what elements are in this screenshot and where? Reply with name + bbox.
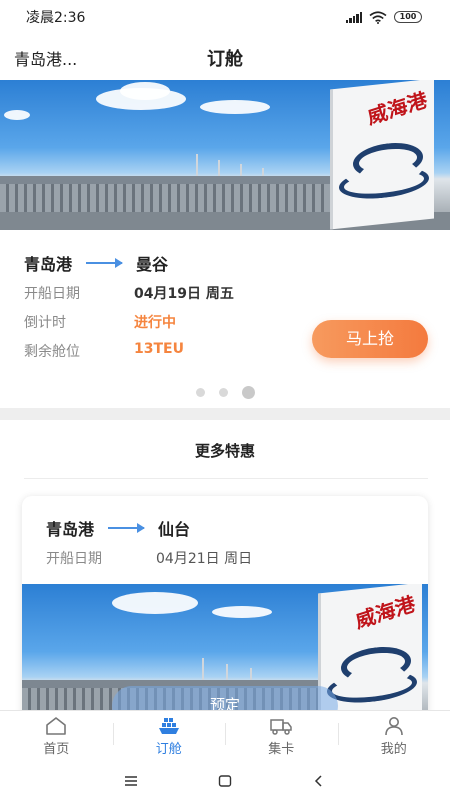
origin-port: 青岛港 (46, 520, 95, 539)
carousel-dot[interactable] (195, 388, 205, 397)
nav-bar: 青岛港... 订舱 (0, 34, 450, 80)
section-divider (0, 408, 450, 420)
destination-port: 仙台 (158, 520, 191, 539)
tab-profile[interactable]: 我的 (337, 711, 450, 762)
info-row-departure: 开船日期 04月19日 周五 (24, 283, 234, 303)
menu-icon[interactable] (124, 775, 138, 787)
info-value: 进行中 (134, 315, 176, 331)
deal-route: 青岛港 仙台 (46, 516, 190, 540)
system-nav-bar (0, 762, 450, 800)
info-label: 倒计时 (24, 315, 66, 331)
route-arrow-icon (108, 523, 146, 533)
battery-icon: 100 (394, 11, 422, 23)
tab-label: 集卡 (268, 742, 295, 757)
origin-port: 青岛港 (24, 255, 73, 274)
tab-truck[interactable]: 集卡 (225, 711, 338, 762)
deal-card[interactable]: 青岛港 仙台 开船日期 04月21日 周日 威海港 预定 (22, 496, 428, 726)
port-monument: 威海港 (330, 80, 434, 230)
info-value: 13TEU (134, 341, 184, 357)
status-time: 凌晨2:36 (26, 10, 86, 26)
tab-label: 订舱 (155, 742, 182, 757)
tab-home[interactable]: 首页 (0, 711, 113, 762)
carousel-dot[interactable] (218, 388, 228, 397)
tab-label: 首页 (43, 742, 70, 757)
destination-port: 曼谷 (136, 255, 169, 274)
port-photo: 威海港 (0, 80, 450, 230)
deal-date-row: 开船日期 04月21日 周日 (46, 548, 252, 568)
status-icons: 100 (345, 10, 422, 24)
back-icon[interactable] (312, 775, 326, 787)
info-row-remaining-space: 剩余舱位 13TEU (24, 341, 184, 361)
tab-booking[interactable]: 订舱 (112, 711, 226, 762)
truck-icon (270, 719, 292, 735)
signal-icon (345, 11, 362, 23)
user-icon (384, 717, 403, 736)
home-square-icon[interactable] (218, 775, 232, 787)
info-value: 04月21日 周日 (156, 551, 253, 567)
info-label: 开船日期 (24, 286, 80, 302)
home-icon (46, 717, 67, 735)
info-label: 剩余舱位 (24, 344, 80, 360)
info-value: 04月19日 周五 (134, 286, 234, 302)
carousel-indicator (0, 386, 450, 399)
wifi-icon (369, 10, 387, 24)
page-title: 订舱 (207, 49, 243, 70)
more-deals-title: 更多特惠 (194, 442, 255, 460)
route-arrow-icon (86, 258, 124, 268)
bottom-tab-bar: 首页 订舱 集卡 我的 (0, 710, 450, 762)
divider (24, 478, 428, 479)
info-label: 开船日期 (46, 551, 102, 567)
status-bar: 凌晨2:36 100 (0, 0, 450, 34)
info-row-countdown: 倒计时 进行中 (24, 312, 176, 332)
tab-label: 我的 (380, 742, 407, 757)
featured-banner-image[interactable]: 威海港 (0, 80, 450, 230)
featured-route: 青岛港 曼谷 (24, 251, 168, 275)
carousel-dot-active[interactable] (241, 386, 255, 399)
monument-text: 威海港 (365, 87, 430, 130)
monument-text: 威海港 (353, 591, 418, 634)
ship-icon (158, 718, 179, 734)
grab-now-button[interactable]: 马上抢 (312, 320, 428, 358)
